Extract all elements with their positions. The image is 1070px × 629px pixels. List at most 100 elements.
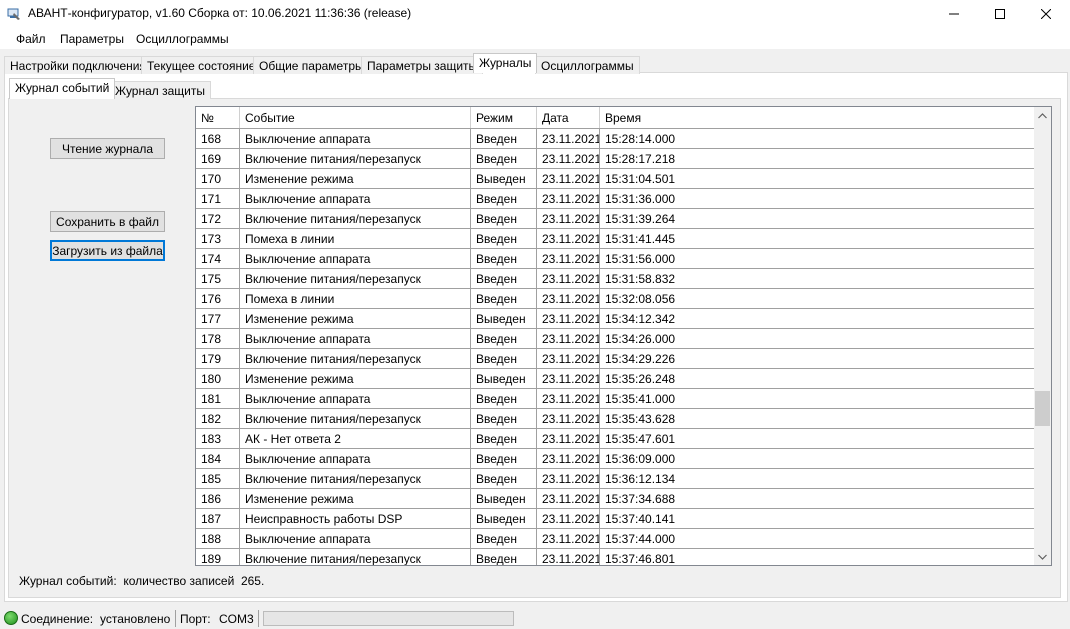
table-row[interactable]: 171 Выключение аппарата Введен 23.11.2021 15…	[196, 189, 1034, 209]
cell-time: 15:35:41.000	[605, 392, 676, 406]
menu-oscillograms[interactable]: Осциллограммы	[136, 32, 229, 46]
port-label: Порт:	[180, 612, 211, 626]
column-header-number[interactable]: №	[196, 107, 240, 128]
cell-event: Выключение аппарата	[240, 129, 471, 148]
cell-time: 15:31:39.264	[605, 212, 676, 226]
cell-date: 23.11.2021	[537, 209, 600, 228]
cell-number: 177	[196, 309, 240, 328]
cell-mode: Введен	[471, 229, 537, 248]
table-row[interactable]: 177 Изменение режима Выведен 23.11.2021 15:3…	[196, 309, 1034, 329]
column-header-mode[interactable]: Режим	[471, 107, 537, 128]
cell-date: 23.11.2021	[537, 289, 600, 308]
cell-time: 15:31:04.501	[605, 172, 676, 186]
cell-event: Помеха в линии	[240, 229, 471, 248]
cell-number: 171	[196, 189, 240, 208]
cell-time: 15:34:26.000	[605, 332, 676, 346]
scroll-down-button[interactable]	[1034, 548, 1051, 565]
maximize-icon	[995, 9, 1005, 19]
scroll-thumb[interactable]	[1035, 391, 1050, 426]
table-row[interactable]: 169 Включение питания/перезапуск Введен 23.…	[196, 149, 1034, 169]
cell-event: Изменение режима	[240, 169, 471, 188]
tab-protection-journal[interactable]: Журнал защиты	[109, 81, 211, 99]
cell-number: 176	[196, 289, 240, 308]
save-to-file-button[interactable]: Сохранить в файл	[50, 211, 165, 232]
cell-number: 188	[196, 529, 240, 548]
close-icon	[1041, 9, 1051, 19]
cell-mode: Выведен	[471, 369, 537, 388]
table-row[interactable]: 180 Изменение режима Выведен 23.11.2021 15:3…	[196, 369, 1034, 389]
read-journal-button[interactable]: Чтение журнала	[50, 138, 165, 159]
cell-mode: Введен	[471, 189, 537, 208]
cell-event: Включение питания/перезапуск	[240, 269, 471, 288]
menu-parameters[interactable]: Параметры	[60, 32, 124, 46]
cell-event: Включение питания/перезапуск	[240, 549, 471, 565]
column-header-event[interactable]: Событие	[240, 107, 471, 128]
tab-event-journal[interactable]: Журнал событий	[9, 78, 116, 99]
cell-mode: Введен	[471, 269, 537, 288]
menu-file[interactable]: Файл	[16, 32, 46, 46]
table-row[interactable]: 174 Выключение аппарата Введен 23.11.2021 15…	[196, 249, 1034, 269]
table-scrollbar[interactable]	[1034, 107, 1051, 565]
tab-general-parameters[interactable]: Общие параметры	[253, 56, 370, 74]
summary-label: Журнал событий:	[19, 574, 117, 588]
cell-number: 186	[196, 489, 240, 508]
scroll-down-icon	[1038, 554, 1047, 560]
tab-oscillograms[interactable]: Осциллограммы	[535, 56, 640, 74]
cell-time: 15:31:41.445	[605, 232, 676, 246]
cell-time: 15:36:09.000	[605, 452, 676, 466]
table-row[interactable]: 172 Включение питания/перезапуск Введен 23.…	[196, 209, 1034, 229]
cell-date: 23.11.2021	[537, 149, 600, 168]
cell-mode: Введен	[471, 289, 537, 308]
table-row[interactable]: 188 Выключение аппарата Введен 23.11.2021 15…	[196, 529, 1034, 549]
cell-event: Помеха в линии	[240, 289, 471, 308]
tab-current-state[interactable]: Текущее состояние	[141, 56, 262, 74]
table-row[interactable]: 183 АК - Нет ответа 2 Введен 23.11.2021 15:3…	[196, 429, 1034, 449]
cell-time: 15:37:34.688	[605, 492, 676, 506]
table-row[interactable]: 176 Помеха в линии Введен 23.11.2021 15:32:0…	[196, 289, 1034, 309]
table-row[interactable]: 175 Включение питания/перезапуск Введен 23.…	[196, 269, 1034, 289]
table-row[interactable]: 179 Включение питания/перезапуск Введен 23.…	[196, 349, 1034, 369]
cell-date: 23.11.2021	[537, 249, 600, 268]
close-button[interactable]	[1023, 0, 1069, 28]
table-row[interactable]: 189 Включение питания/перезапуск Введен 23.…	[196, 549, 1034, 566]
cell-mode: Выведен	[471, 509, 537, 528]
load-from-file-button[interactable]: Загрузить из файла	[50, 240, 165, 261]
status-separator	[175, 610, 176, 627]
tab-protection-parameters[interactable]: Параметры защиты	[361, 56, 484, 74]
scroll-up-icon	[1038, 112, 1047, 118]
table-row[interactable]: 184 Выключение аппарата Введен 23.11.2021 15…	[196, 449, 1034, 469]
column-header-date[interactable]: Дата	[537, 107, 600, 128]
cell-event: Включение питания/перезапуск	[240, 349, 471, 368]
table-header: № Событие Режим Дата Время	[196, 107, 1034, 129]
table-row[interactable]: 185 Включение питания/перезапуск Введен 23.…	[196, 469, 1034, 489]
cell-number: 181	[196, 389, 240, 408]
app-icon	[7, 8, 20, 20]
tab-journals[interactable]: Журналы	[473, 53, 538, 73]
cell-number: 182	[196, 409, 240, 428]
cell-event: Изменение режима	[240, 489, 471, 508]
table-row[interactable]: 178 Выключение аппарата Введен 23.11.2021 15…	[196, 329, 1034, 349]
cell-date: 23.11.2021	[537, 429, 600, 448]
table-row[interactable]: 186 Изменение режима Выведен 23.11.2021 15:3…	[196, 489, 1034, 509]
table-row[interactable]: 170 Изменение режима Выведен 23.11.2021 15:3…	[196, 169, 1034, 189]
event-journal-table[interactable]: № Событие Режим Дата Время 168 Выключение…	[195, 106, 1052, 566]
table-row[interactable]: 181 Выключение аппарата Введен 23.11.2021 15…	[196, 389, 1034, 409]
cell-date: 23.11.2021	[537, 349, 600, 368]
connection-label: Соединение:	[21, 612, 94, 626]
scroll-up-button[interactable]	[1034, 107, 1051, 124]
table-row[interactable]: 187 Неисправность работы DSP Выведен 23.11.…	[196, 509, 1034, 529]
cell-mode: Введен	[471, 149, 537, 168]
cell-mode: Выведен	[471, 309, 537, 328]
cell-time: 15:34:12.342	[605, 312, 676, 326]
cell-time: 15:37:46.801	[605, 552, 676, 566]
maximize-button[interactable]	[977, 0, 1023, 28]
table-row[interactable]: 173 Помеха в линии Введен 23.11.2021 15:31:4…	[196, 229, 1034, 249]
table-row[interactable]: 168 Выключение аппарата Введен 23.11.2021 15…	[196, 129, 1034, 149]
minimize-button[interactable]	[931, 0, 977, 28]
column-header-time[interactable]: Время	[600, 107, 1034, 128]
cell-time: 15:28:17.218	[605, 152, 676, 166]
cell-event: АК - Нет ответа 2	[240, 429, 471, 448]
table-row[interactable]: 182 Включение питания/перезапуск Введен 23.…	[196, 409, 1034, 429]
tab-connection-settings[interactable]: Настройки подключения	[4, 56, 152, 74]
cell-date: 23.11.2021	[537, 409, 600, 428]
